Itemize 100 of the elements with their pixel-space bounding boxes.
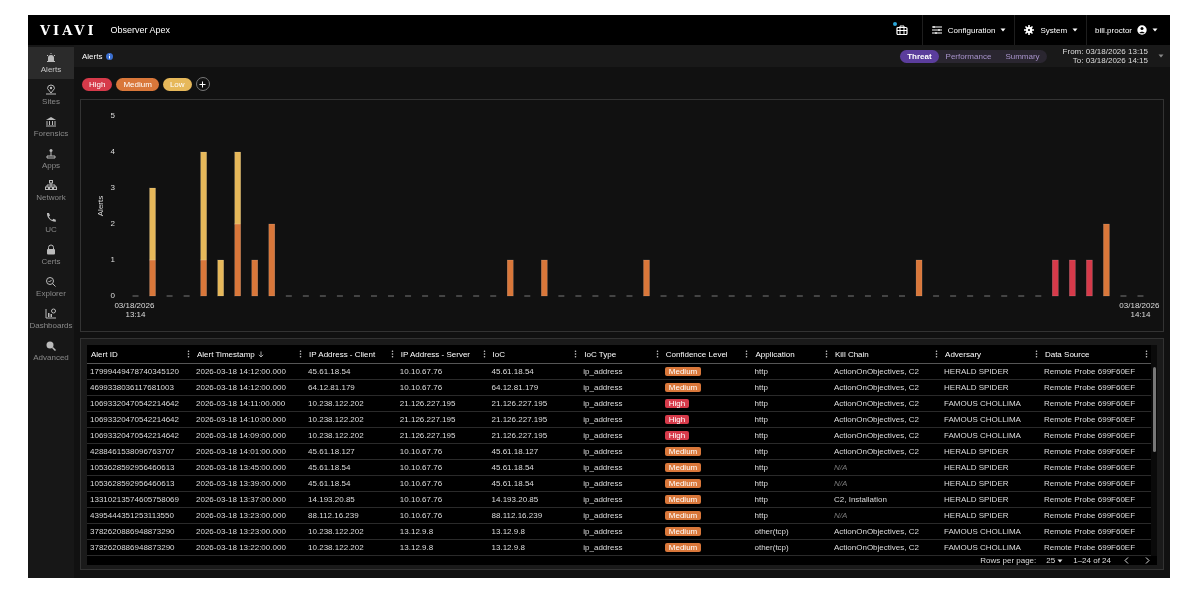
table-cell-text: 4395444351253113550 bbox=[89, 510, 175, 522]
table-cell-text: ip_address bbox=[582, 382, 624, 394]
bar[interactable] bbox=[643, 259, 650, 297]
tab[interactable]: Performance bbox=[938, 49, 999, 63]
caret-icon bbox=[1152, 28, 1158, 32]
search-check-icon bbox=[45, 276, 57, 287]
bar[interactable] bbox=[915, 259, 923, 297]
info-icon[interactable] bbox=[106, 52, 114, 60]
nav-item[interactable]: Sites bbox=[28, 79, 74, 111]
column-menu-icon[interactable] bbox=[482, 350, 486, 358]
column-header[interactable]: Data Source bbox=[1044, 349, 1090, 359]
table-cell-text: http bbox=[753, 414, 769, 426]
table-cell-text: 14.193.20.85 bbox=[490, 494, 540, 506]
bar[interactable] bbox=[1086, 259, 1093, 297]
table-cell-text: ip_address bbox=[582, 526, 624, 538]
table-cell-text: Remote Probe 699F60EF bbox=[1042, 414, 1137, 426]
column-header[interactable]: Alert ID bbox=[91, 349, 118, 359]
bar[interactable] bbox=[1052, 259, 1059, 297]
table-cell-text: 10.10.67.76 bbox=[398, 510, 444, 522]
logo: VIAVI bbox=[40, 22, 97, 38]
nav-item[interactable]: Network bbox=[28, 175, 74, 207]
nav-item[interactable]: Dashboards bbox=[28, 303, 74, 335]
table-cell-text: HERALD SPIDER bbox=[943, 462, 1010, 474]
bar[interactable] bbox=[1069, 259, 1076, 297]
scrollbar-thumb[interactable] bbox=[1152, 367, 1156, 452]
column-menu-icon[interactable] bbox=[825, 350, 828, 358]
column-header[interactable]: Alert Timestamp bbox=[197, 349, 255, 359]
table-cell-text: 45.61.18.54 bbox=[490, 366, 535, 378]
table-cell-text: HERALD SPIDER bbox=[943, 478, 1010, 490]
table-cell-text: Remote Probe 699F60EF bbox=[1042, 398, 1137, 410]
bar[interactable] bbox=[251, 259, 258, 297]
table-cell-text: 2026-03-18 13:22:00.000 bbox=[195, 542, 287, 554]
column-header[interactable]: Application bbox=[755, 349, 795, 359]
column-header[interactable]: IP Address - Client bbox=[309, 349, 376, 359]
column-menu-icon[interactable] bbox=[1034, 350, 1038, 358]
column-menu-icon[interactable] bbox=[935, 350, 939, 358]
table-cell-text: 88.112.16.239 bbox=[307, 510, 360, 522]
table-cell-text: Remote Probe 699F60EF bbox=[1042, 542, 1137, 554]
bar[interactable] bbox=[507, 259, 514, 297]
column-menu-icon[interactable] bbox=[390, 350, 394, 358]
column-header[interactable]: IoC Type bbox=[584, 349, 617, 359]
tab[interactable]: Summary bbox=[998, 49, 1047, 63]
table-cell-text: 10.10.67.76 bbox=[398, 382, 444, 394]
nav-item[interactable]: UC bbox=[28, 207, 74, 239]
confidence-badge: Medium bbox=[664, 479, 702, 488]
bar[interactable] bbox=[268, 223, 276, 297]
bar[interactable] bbox=[200, 259, 207, 297]
column-header[interactable]: Adversary bbox=[945, 349, 982, 359]
scrollbar[interactable] bbox=[1151, 345, 1157, 556]
bar[interactable] bbox=[149, 259, 156, 297]
y-tick-label: 1 bbox=[110, 255, 115, 264]
column-menu-icon[interactable] bbox=[745, 350, 749, 358]
table-cell-text: 10.238.122.202 bbox=[307, 542, 365, 554]
table-cell-text: 21.126.227.195 bbox=[490, 398, 549, 410]
alarm-icon bbox=[45, 52, 57, 63]
bar[interactable] bbox=[541, 259, 548, 297]
column-header[interactable]: Kill Chain bbox=[835, 349, 869, 359]
table-cell-text: FAMOUS CHOLLIMA bbox=[943, 414, 1022, 426]
table-cell-text: 1053628592956460613 bbox=[89, 478, 176, 490]
nav-item[interactable]: Certs bbox=[28, 239, 74, 271]
column-menu-icon[interactable] bbox=[1145, 350, 1148, 358]
table-cell-text: 21.126.227.195 bbox=[490, 430, 549, 442]
caret-icon[interactable] bbox=[1158, 54, 1164, 58]
column-header[interactable]: IoC bbox=[492, 349, 505, 359]
table-cell-text: ActionOnObjectives, C2 bbox=[833, 446, 920, 458]
nav-item[interactable]: Advanced bbox=[28, 335, 74, 367]
bar[interactable] bbox=[217, 259, 224, 297]
table-cell-text: ActionOnObjectives, C2 bbox=[833, 526, 920, 538]
table-cell-text: 2026-03-18 14:11:00.000 bbox=[195, 398, 287, 410]
column-menu-icon[interactable] bbox=[655, 350, 659, 358]
nav-item[interactable]: Explorer bbox=[28, 271, 74, 303]
page-title: Alerts bbox=[82, 51, 103, 61]
add-button[interactable] bbox=[195, 77, 210, 91]
sort-arrow-icon[interactable] bbox=[257, 350, 264, 358]
table-cell-text: ActionOnObjectives, C2 bbox=[833, 414, 920, 426]
table-cell-text: Remote Probe 699F60EF bbox=[1042, 446, 1137, 458]
briefcase-icon[interactable] bbox=[895, 25, 908, 35]
user-icon bbox=[1137, 25, 1147, 35]
filter-chip[interactable]: High bbox=[82, 77, 113, 91]
confidence-badge: Medium bbox=[664, 463, 702, 472]
table-cell-text: FAMOUS CHOLLIMA bbox=[943, 398, 1022, 410]
nav-item[interactable]: Apps bbox=[28, 143, 74, 175]
column-menu-icon[interactable] bbox=[187, 350, 190, 358]
building-icon bbox=[45, 116, 57, 127]
bar[interactable] bbox=[1103, 223, 1110, 297]
tab[interactable]: Threat bbox=[900, 49, 939, 63]
confidence-badge: Medium bbox=[664, 367, 702, 376]
table-cell-text: 21.126.227.195 bbox=[490, 414, 549, 426]
column-menu-icon[interactable] bbox=[574, 350, 578, 358]
table-cell-text: Remote Probe 699F60EF bbox=[1042, 430, 1137, 442]
table-cell-text: FAMOUS CHOLLIMA bbox=[943, 526, 1022, 538]
rows-per-page-select[interactable]: 25 bbox=[1046, 556, 1064, 565]
table-cell-text: ActionOnObjectives, C2 bbox=[833, 430, 920, 442]
column-header[interactable]: Confidence Level bbox=[665, 349, 728, 359]
nav-item[interactable]: Alerts bbox=[28, 47, 74, 79]
column-header[interactable]: IP Address - Server bbox=[400, 349, 471, 359]
column-menu-icon[interactable] bbox=[299, 350, 303, 358]
nav-item[interactable]: Forensics bbox=[28, 111, 74, 143]
table-cell-text: 2026-03-18 14:01:00.000 bbox=[195, 446, 287, 458]
confidence-badge: Medium bbox=[664, 527, 702, 536]
